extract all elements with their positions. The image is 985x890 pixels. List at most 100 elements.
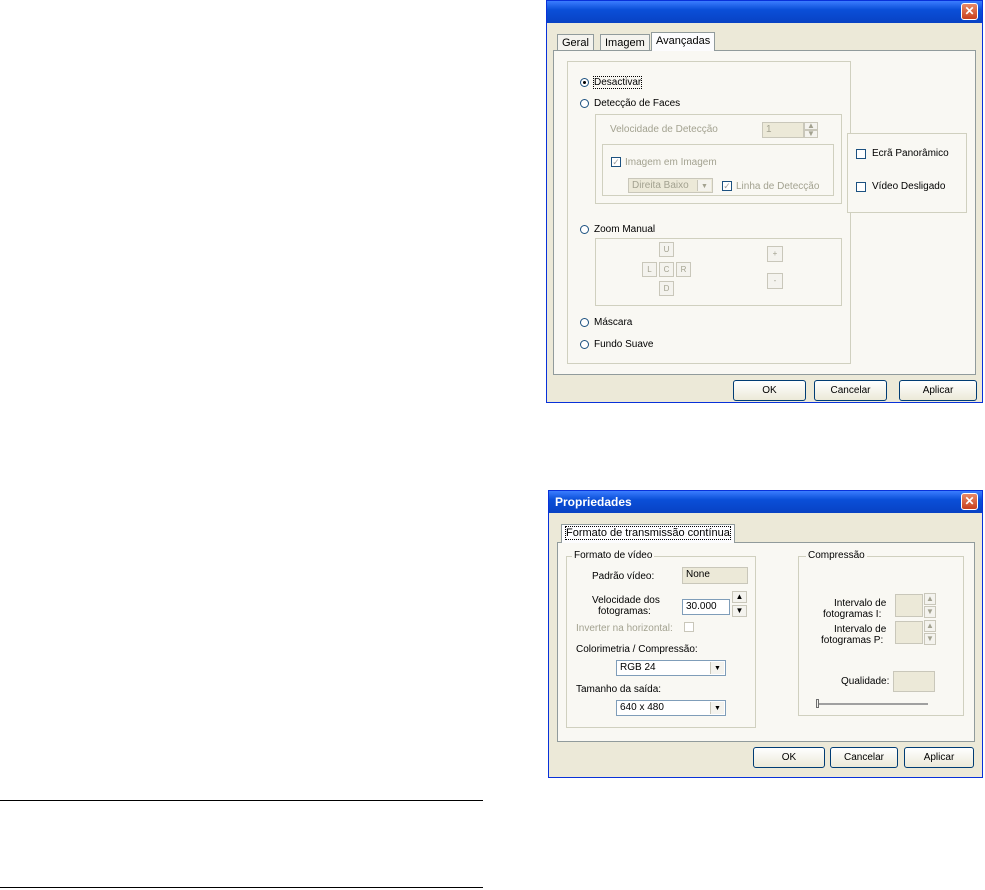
tab-label: Avançadas (656, 35, 711, 47)
fundo-suave-radio[interactable] (580, 340, 589, 349)
advanced-settings-dialog: ✕ Geral Imagem Avançadas Desactivar Dete… (546, 0, 983, 403)
ok-button[interactable]: OK (753, 747, 825, 768)
close-button[interactable]: ✕ (961, 3, 978, 20)
intervalo-p-field (895, 621, 923, 644)
tamanho-label: Tamanho da saída: (576, 684, 662, 695)
velocidade-label: Velocidade de Detecção (610, 124, 718, 135)
intervalo-i-label-2: fotogramas I: (823, 609, 882, 620)
dd-glyph: ▼ (701, 183, 708, 190)
chevron-down-icon[interactable]: ▼ (710, 702, 724, 714)
intervalo-p-spin-up: ▲ (924, 620, 936, 632)
desactivar-radio[interactable] (580, 78, 589, 87)
zoom-down-button[interactable]: D (659, 281, 674, 296)
intervalo-i-spin-down: ▼ (924, 606, 936, 618)
tamanho-value: 640 x 480 (620, 702, 664, 713)
tamanho-dropdown[interactable]: 640 x 480 ▼ (616, 700, 726, 716)
dd-glyph: ▼ (714, 705, 721, 712)
qualidade-slider-track[interactable] (816, 703, 928, 705)
apply-button[interactable]: Aplicar (904, 747, 974, 768)
zoom-center-button[interactable]: C (659, 262, 674, 277)
posicao-dropdown[interactable]: Direita Baixo ▼ (628, 178, 713, 193)
zoom-right-button[interactable]: R (676, 262, 691, 277)
qualidade-field (893, 671, 935, 692)
tab-formato-transmissao[interactable]: Formato de transmissão contínua (561, 524, 735, 543)
velocidade-field[interactable]: 1 (762, 122, 804, 138)
display-group (847, 133, 967, 213)
dd-glyph: ▼ (714, 665, 721, 672)
mascara-label: Máscara (594, 317, 633, 328)
ecra-panoramico-checkbox[interactable] (856, 149, 866, 159)
check-icon: ✓ (612, 157, 620, 167)
close-icon: ✕ (964, 494, 975, 508)
check-icon: ✓ (723, 181, 731, 191)
tab-panel: Desactivar Detecção de Faces Velocidade … (553, 50, 976, 375)
spin-down-icon: ▼ (735, 606, 744, 615)
zoom-up-button[interactable]: U (659, 242, 674, 257)
colorimetria-label: Colorimetria / Compressão: (576, 644, 698, 655)
qualidade-slider-thumb[interactable] (816, 699, 819, 708)
zoom-label: C (663, 265, 670, 274)
zoom-group (595, 238, 842, 306)
imagem-em-imagem-label: Imagem em Imagem (625, 157, 717, 168)
button-label: Cancelar (830, 385, 871, 396)
dialog-title: Propriedades (555, 495, 632, 509)
padrao-value: None (686, 569, 710, 580)
divider-line (0, 887, 483, 888)
button-label: OK (781, 752, 797, 763)
chevron-down-icon[interactable]: ▼ (697, 180, 711, 191)
intervalo-p-spin-down: ▼ (924, 633, 936, 645)
padrao-field: None (682, 567, 748, 584)
zoom-out-button[interactable]: - (767, 273, 783, 289)
zoom-label: U (663, 245, 670, 254)
mascara-radio[interactable] (580, 318, 589, 327)
video-desligado-checkbox[interactable] (856, 182, 866, 192)
colorimetria-value: RGB 24 (620, 662, 656, 673)
apply-button[interactable]: Aplicar (899, 380, 977, 401)
velocidade-field[interactable]: 30.000 (682, 599, 730, 615)
inverter-label: Inverter na horizontal: (576, 623, 673, 634)
velocidade-value: 30.000 (686, 601, 717, 612)
intervalo-i-field (895, 594, 923, 617)
button-label: OK (762, 385, 777, 396)
chevron-down-icon[interactable]: ▼ (710, 662, 724, 674)
zoom-label: R (680, 265, 687, 274)
tab-panel: Formato de vídeo Padrão vídeo: None Velo… (557, 542, 975, 742)
cancel-button[interactable]: Cancelar (830, 747, 898, 768)
zoom-manual-radio[interactable] (580, 225, 589, 234)
fundo-suave-label: Fundo Suave (594, 339, 654, 350)
intervalo-i-spin-up: ▲ (924, 593, 936, 605)
plus-icon: + (772, 249, 778, 258)
title-bar[interactable]: Propriedades ✕ (549, 491, 982, 513)
zoom-label: L (647, 265, 652, 274)
linha-deteccao-checkbox[interactable]: ✓ (722, 181, 732, 191)
video-format-title: Formato de vídeo (572, 550, 655, 561)
qualidade-label: Qualidade: (841, 676, 890, 687)
intervalo-i-label-1: Intervalo de (834, 598, 887, 609)
velocidade-spin-up[interactable]: ▲ (732, 591, 747, 603)
spin-up-icon: ▲ (926, 594, 934, 603)
title-bar[interactable]: ✕ (547, 1, 982, 23)
inverter-checkbox[interactable] (684, 622, 694, 632)
ok-button[interactable]: OK (733, 380, 806, 401)
velocidade-label-2: fotogramas: (598, 606, 651, 617)
zoom-left-button[interactable]: L (642, 262, 657, 277)
cancel-button[interactable]: Cancelar (814, 380, 887, 401)
ecra-panoramico-label: Ecrã Panorâmico (872, 148, 949, 159)
colorimetria-dropdown[interactable]: RGB 24 ▼ (616, 660, 726, 676)
velocidade-spin-down[interactable]: ▼ (804, 130, 818, 138)
imagem-em-imagem-checkbox[interactable]: ✓ (611, 157, 621, 167)
tab-avancadas[interactable]: Avançadas (651, 32, 716, 51)
deteccao-faces-radio[interactable] (580, 99, 589, 108)
tab-geral[interactable]: Geral (557, 34, 594, 51)
close-button[interactable]: ✕ (961, 493, 978, 510)
tab-imagem[interactable]: Imagem (600, 34, 650, 51)
deteccao-faces-label: Detecção de Faces (594, 98, 681, 109)
velocidade-spin-down[interactable]: ▼ (732, 605, 747, 617)
button-label: Cancelar (843, 752, 885, 763)
zoom-label: D (663, 284, 670, 293)
velocidade-label-1: Velocidade dos (592, 595, 660, 606)
divider-line (0, 800, 483, 801)
spin-up-icon: ▲ (926, 621, 934, 630)
zoom-in-button[interactable]: + (767, 246, 783, 262)
tab-label: Imagem (605, 37, 645, 49)
